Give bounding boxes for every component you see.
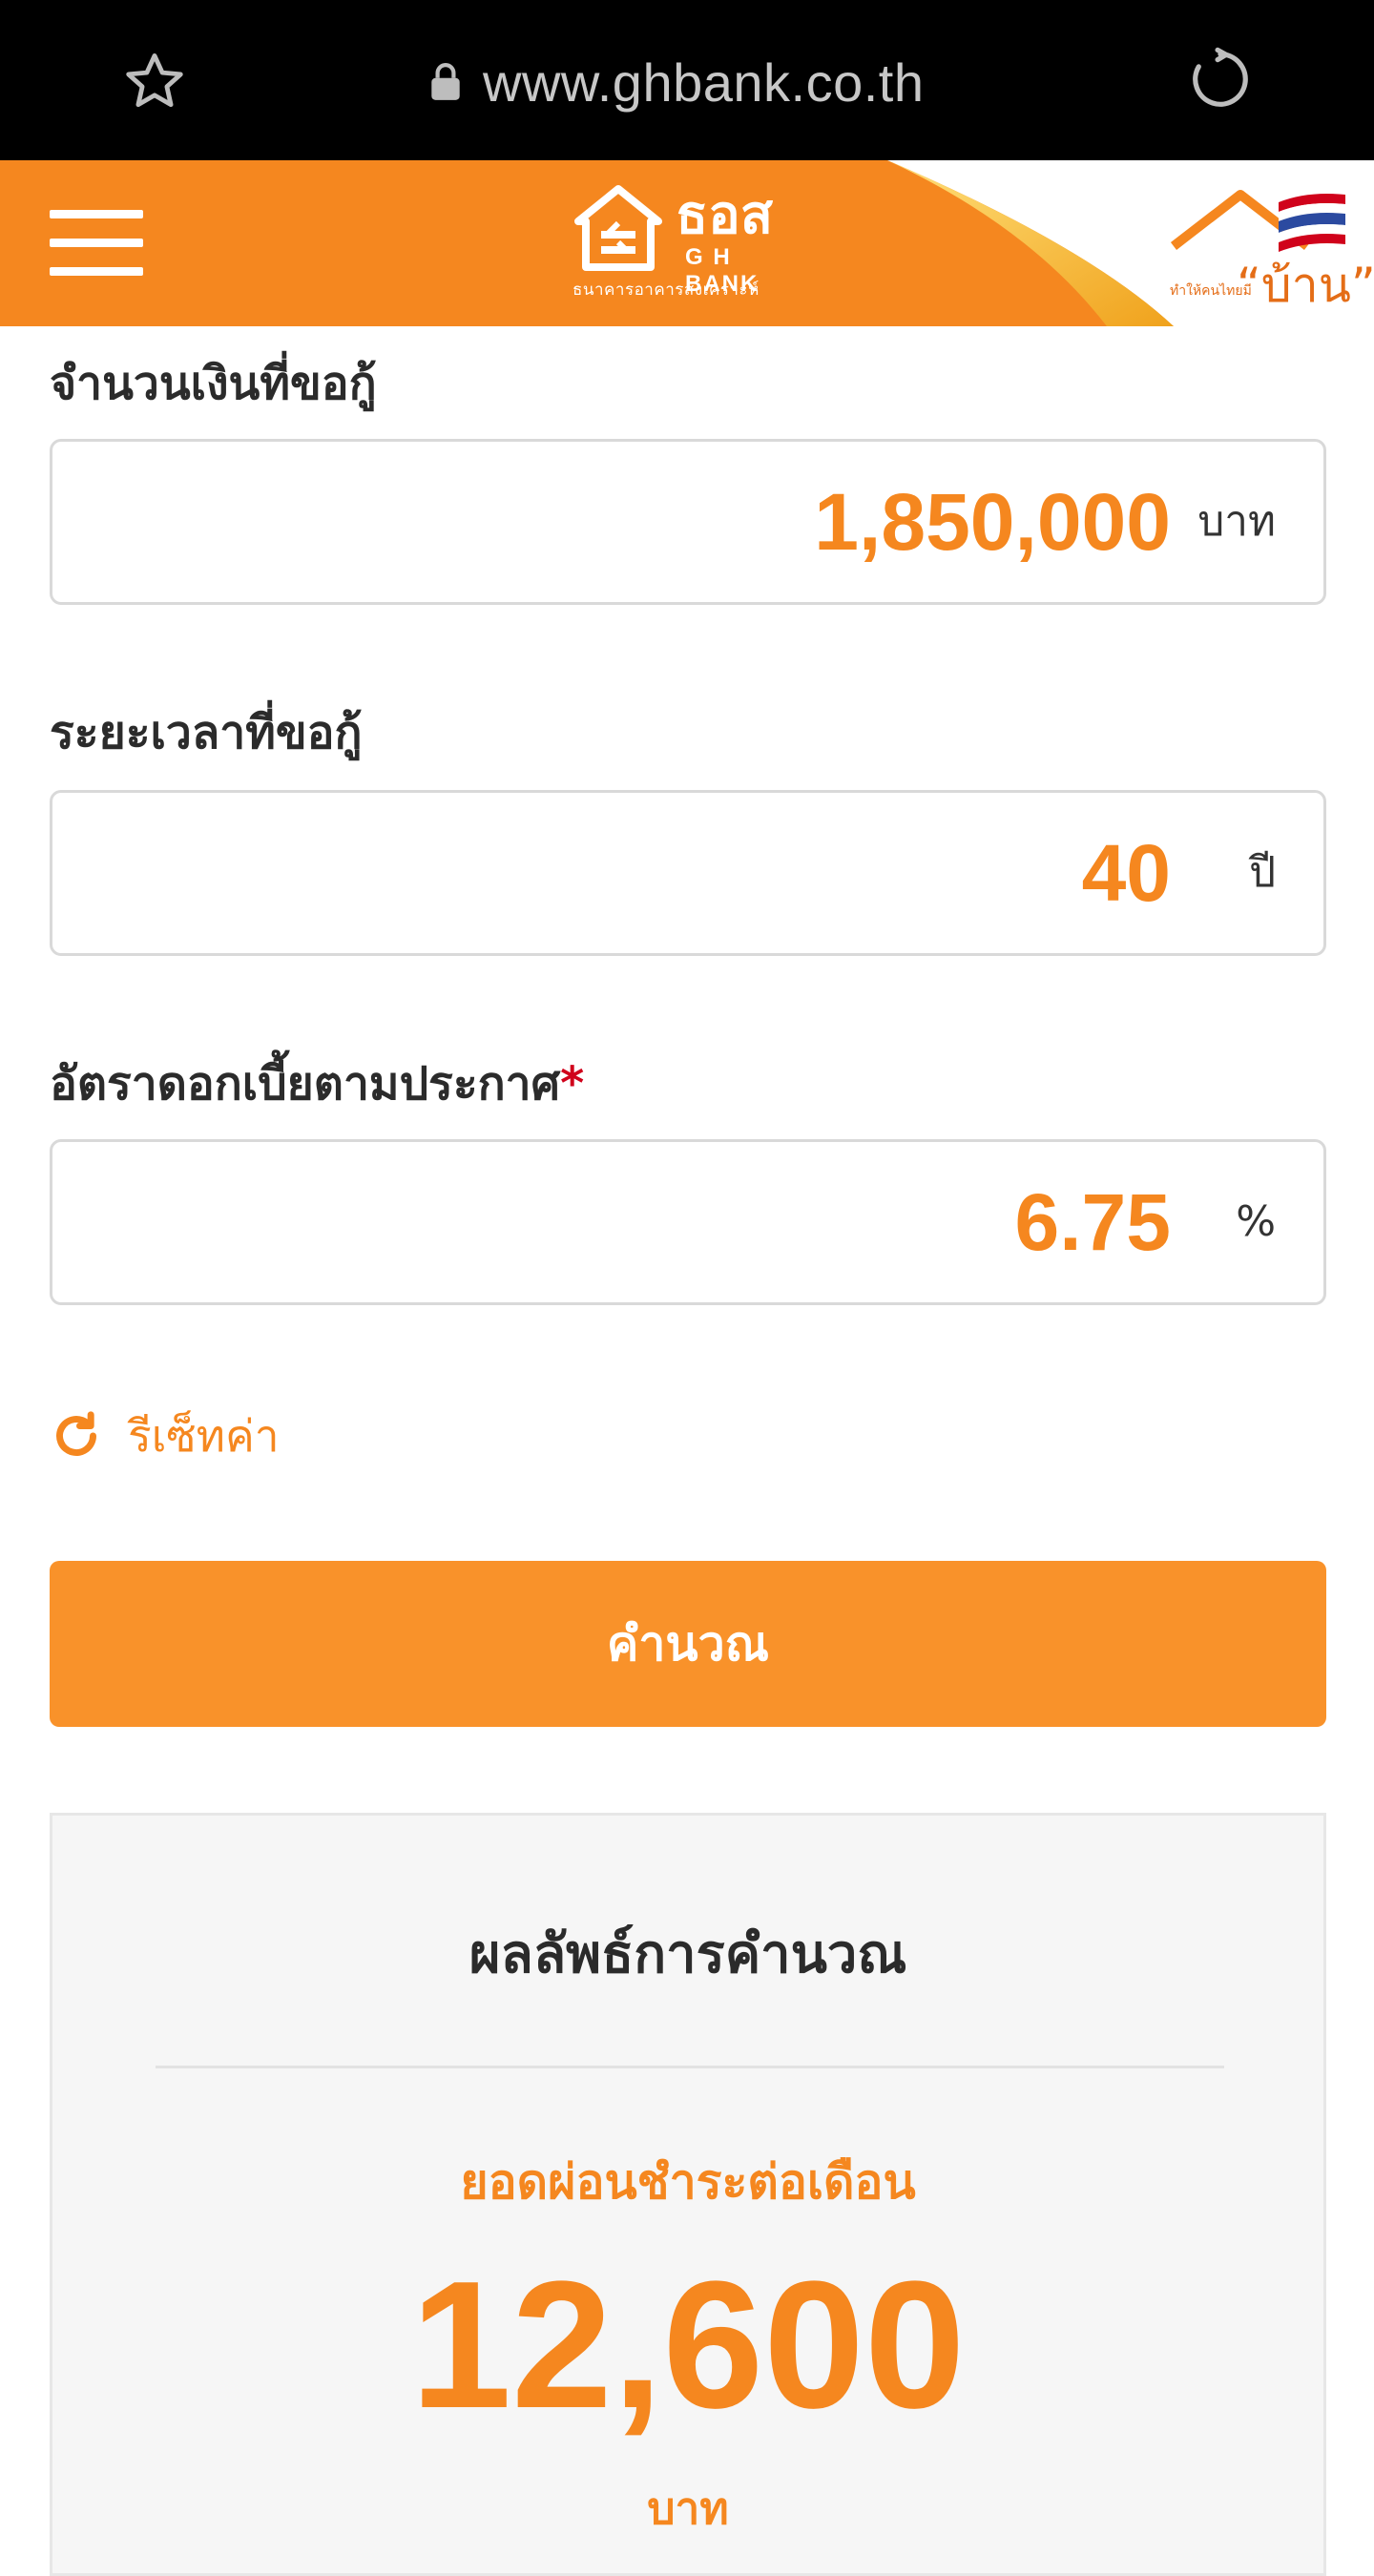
refresh-icon	[56, 1411, 96, 1456]
monthly-payment-unit: บาท	[647, 2483, 729, 2534]
hamburger-menu-icon[interactable]	[50, 210, 143, 277]
result-title: ผลลัพธ์การคำนวณ	[468, 1923, 907, 1985]
logo-wordmark: ธอส	[676, 184, 773, 246]
loan-term-label: ระยะเวลาที่ขอกู้	[50, 706, 363, 759]
monthly-payment-label: ยอดผ่อนชำระต่อเดือน	[460, 2154, 916, 2210]
interest-rate-value: 6.75	[1014, 1177, 1172, 1267]
loan-amount-input[interactable]: 1,850,000 บาท	[50, 439, 1326, 605]
interest-rate-input[interactable]: 6.75 %	[50, 1139, 1326, 1305]
loan-amount-unit: บาท	[1197, 497, 1276, 546]
loan-term-unit: ปี	[1249, 848, 1276, 897]
ghbank-logo[interactable]: ธอส G H BANK ธนาคารอาคารสงเคราะห์	[572, 181, 802, 305]
loan-term-input[interactable]: 40 ปี	[50, 790, 1326, 956]
required-asterisk: *	[560, 1057, 585, 1111]
interest-rate-label-text: อัตราดอกเบี้ยตามประกาศ	[50, 1057, 561, 1111]
campaign-word: “บ้าน”	[1237, 258, 1374, 313]
interest-rate-unit: %	[1236, 1197, 1276, 1246]
url-field[interactable]: www.ghbank.co.th	[429, 48, 924, 116]
loan-amount-label: จำนวนเงินที่ขอกู้	[50, 357, 377, 410]
reset-label: รีเซ็ทค่า	[128, 1409, 280, 1462]
calculate-button[interactable]: คำนวณ	[50, 1561, 1326, 1727]
reset-button[interactable]: รีเซ็ทค่า	[50, 1402, 280, 1469]
browser-address-bar: www.ghbank.co.th	[0, 0, 1374, 160]
lock-icon	[431, 63, 460, 100]
house-logo-icon	[574, 185, 662, 271]
url-text: www.ghbank.co.th	[483, 52, 925, 113]
result-divider	[156, 2066, 1224, 2068]
result-panel: ผลลัพธ์การคำนวณ ยอดผ่อนชำระต่อเดือน 12,6…	[50, 1813, 1326, 2576]
site-header: ธอส G H BANK ธนาคารอาคารสงเคราะห์ ทำให้ค…	[0, 160, 1374, 326]
monthly-payment-value: 12,600	[410, 2244, 966, 2446]
interest-rate-label: อัตราดอกเบี้ยตามประกาศ*	[50, 1048, 584, 1120]
loan-term-value: 40	[1081, 828, 1171, 918]
campaign-logo: ทำให้คนไทยมี “บ้าน”	[1164, 179, 1374, 313]
loan-amount-value: 1,850,000	[814, 477, 1171, 567]
logo-thai-name: ธนาคารอาคารสงเคราะห์	[572, 280, 760, 300]
reload-icon[interactable]	[1187, 46, 1254, 113]
star-icon[interactable]	[120, 48, 189, 116]
